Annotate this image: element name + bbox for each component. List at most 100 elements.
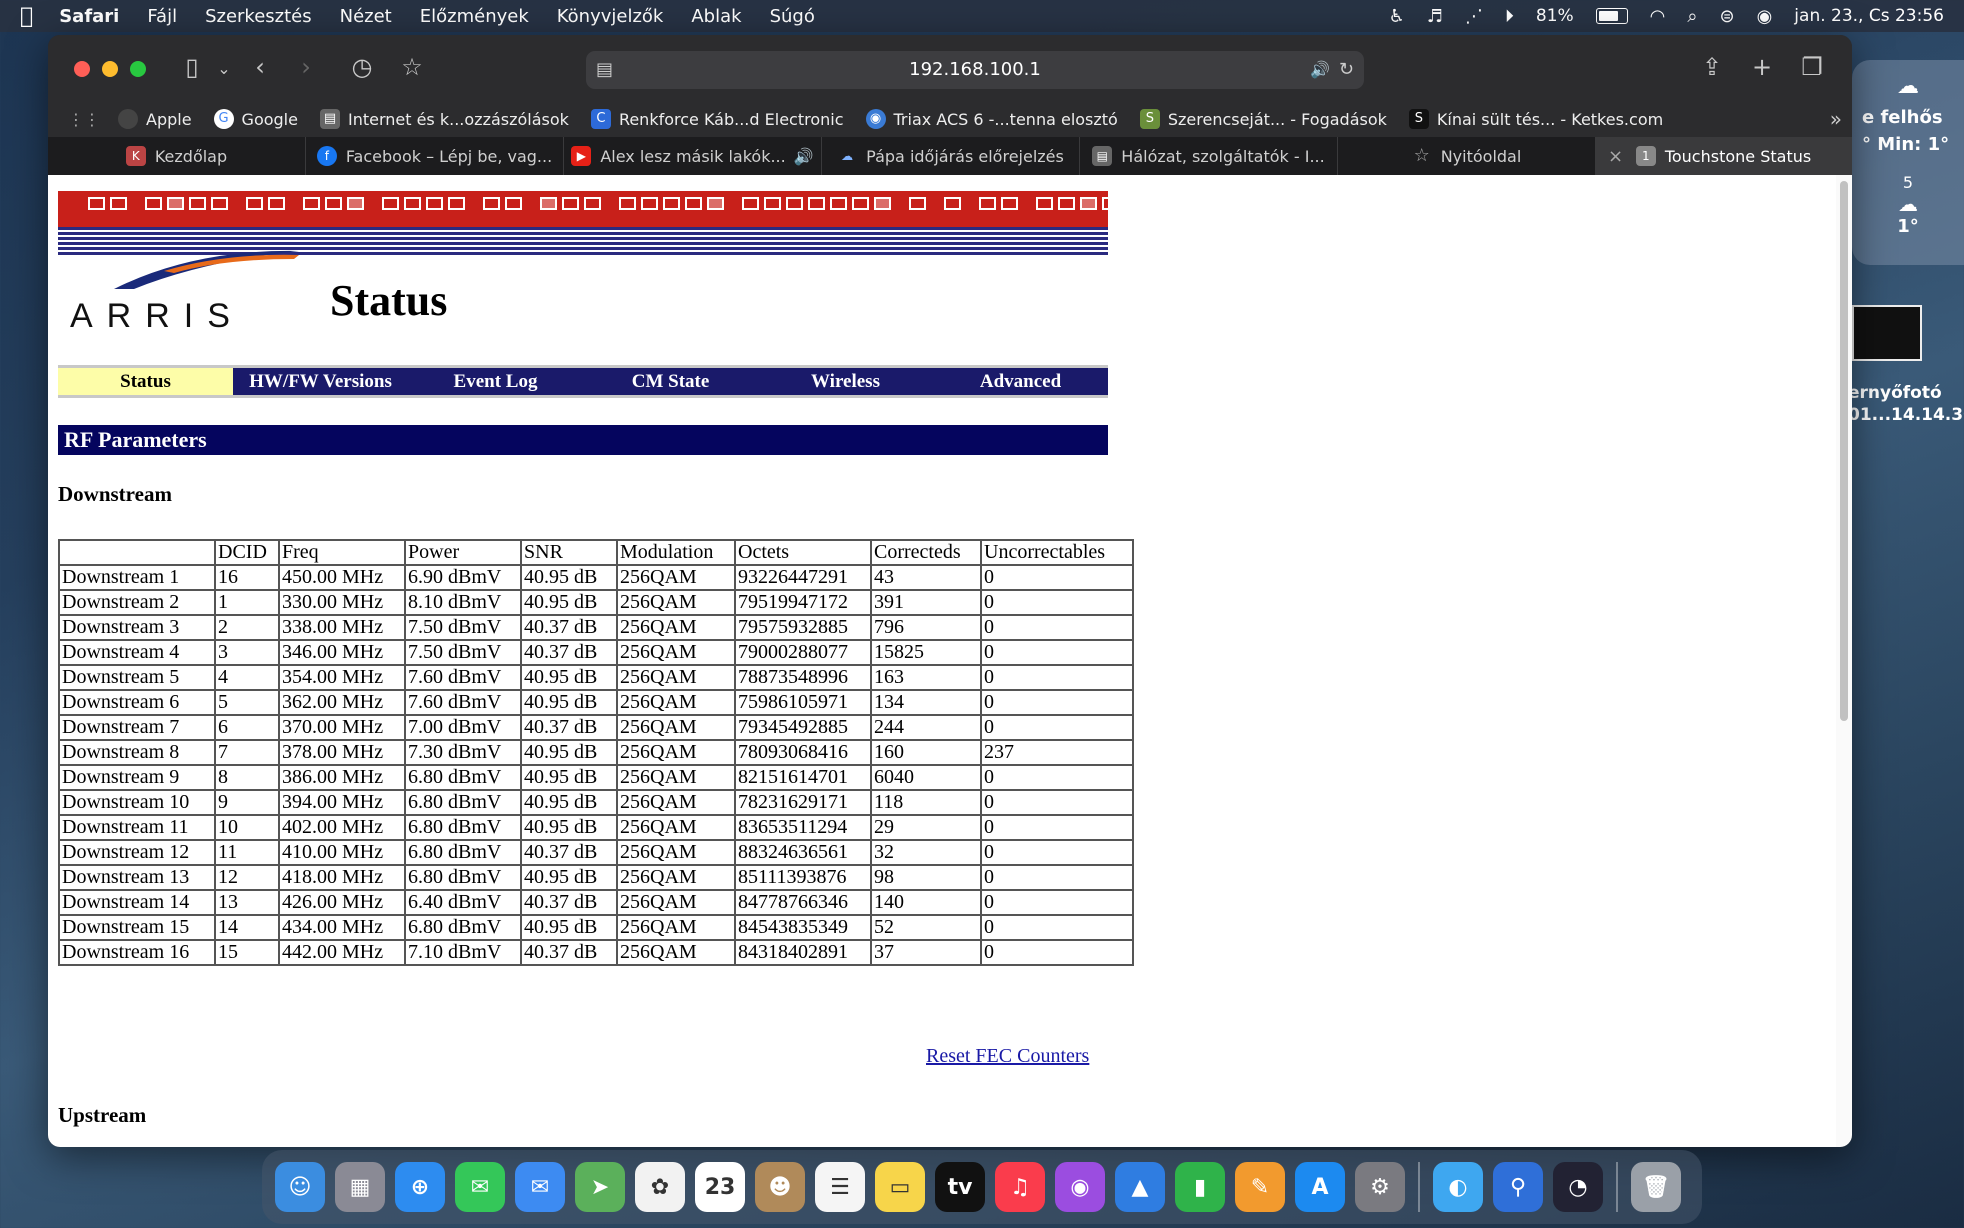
table-cell: 0 [980,714,1134,741]
tab-weather[interactable]: ☁ Pápa időjárás előrejelzés [822,137,1080,175]
favorite-item[interactable]: C Renkforce Káb...d Electronic [590,109,844,129]
history-icon[interactable]: ◷ [346,53,378,81]
ip-scanner-icon[interactable]: ⚲ [1493,1162,1543,1212]
table-cell: 394.00 MHz [278,789,406,816]
tab-network[interactable]: ▤ Hálózat, szolgáltatók - I... [1080,137,1338,175]
page-menu-icon[interactable]: ▤ [596,51,613,89]
proxyman-icon[interactable]: ◐ [1433,1162,1483,1212]
favorites-grid-icon[interactable]: ⋮⋮ [68,110,100,129]
nav-status[interactable]: Status [58,368,233,395]
screenshot-label-line2: 01...14.14.30 [1848,405,1964,425]
favorite-item[interactable]: G Google [213,109,298,129]
accessibility-icon[interactable]: ♿ [1389,6,1405,27]
tab-group-chevron-icon[interactable]: ⌄ [208,59,240,78]
zoom-window-button[interactable] [130,61,146,77]
table-row: Downstream 7 6 370.00 MHz 7.00 dBmV 40.37 dB… [58,714,1134,741]
tab-audio-icon[interactable]: 🔊 [794,147,814,166]
banner-block [448,197,465,210]
weather-widget[interactable]: ☁ e felhős ° Min: 1° 5 ☁ 1° [1852,60,1964,265]
nav-event-log[interactable]: Event Log [408,368,583,395]
clock[interactable]: jan. 23., Cs 23:56 [1794,6,1944,26]
app-store-icon[interactable]: A [1295,1162,1345,1212]
menu-edit[interactable]: Szerkesztés [205,6,312,27]
scrollbar-thumb[interactable] [1840,181,1848,721]
favorite-label: Szerencseját... - Fogadások [1167,109,1387,129]
favorites-overflow-chevron-icon[interactable]: » [1830,107,1842,131]
reset-fec-counters-link[interactable]: Reset FEC Counters [926,1045,1089,1068]
speedtest-icon[interactable]: ◔ [1553,1162,1603,1212]
tab-kezdolap[interactable]: K Kezdőlap [48,137,306,175]
now-playing-icon[interactable]: ⏵ [1505,6,1514,27]
new-tab-icon[interactable]: + [1746,53,1778,81]
forward-button-icon[interactable]: › [290,53,322,81]
tab-touchstone-status[interactable]: × 1 Touchstone Status [1596,137,1852,175]
tab-youtube[interactable]: ▶ Alex lesz másik lakók... 🔊 [564,137,822,175]
address-bar[interactable]: ▤ 192.168.100.1 🔊 ↻ [586,51,1364,89]
numbers-icon[interactable]: ▮ [1175,1162,1225,1212]
finder-icon[interactable]: ☺ [275,1162,325,1212]
safari-icon[interactable]: ⊕ [395,1162,445,1212]
vertical-scrollbar[interactable] [1836,175,1852,1147]
bookmark-star-icon[interactable]: ☆ [396,53,428,81]
szerencsejatek-favicon-icon: S [1139,109,1160,129]
messages-icon[interactable]: ✉ [455,1162,505,1212]
photos-icon[interactable]: ✿ [635,1162,685,1212]
notes-icon[interactable]: ▭ [875,1162,925,1212]
menu-window[interactable]: Ablak [691,6,741,27]
music-icon[interactable]: ♫ [995,1162,1045,1212]
trash-icon[interactable]: 🗑 [1631,1162,1681,1212]
calendar-icon[interactable]: 23 [695,1162,745,1212]
pages-icon[interactable]: ✎ [1235,1162,1285,1212]
launchpad-icon[interactable]: ▦ [335,1162,385,1212]
mail-icon[interactable]: ✉ [515,1162,565,1212]
favorite-item[interactable]: S Kínai sült tés... - Ketkes.com [1408,109,1663,129]
banner-block [641,197,658,210]
favorite-item[interactable]: S Szerencseját... - Fogadások [1139,109,1387,129]
weather-hour-temp: 1° [1897,216,1919,237]
maps-icon[interactable]: ➤ [575,1162,625,1212]
minimize-window-button[interactable] [102,61,118,77]
wifi-icon[interactable]: ◠ [1650,6,1666,27]
banner-block [382,197,399,210]
url-text[interactable]: 192.168.100.1 [909,59,1041,80]
airpods-icon[interactable]: ♬ [1427,6,1443,27]
apple-menu-icon[interactable]:  [20,4,33,29]
audio-playing-icon[interactable]: 🔊 [1310,51,1330,89]
contacts-icon[interactable]: ☻ [755,1162,805,1212]
screenshot-thumbnail[interactable] [1852,305,1922,361]
nav-wireless[interactable]: Wireless [758,368,933,395]
tab-start-page[interactable]: ☆ Nyitóoldal [1338,137,1596,175]
screenshot-file-label[interactable]: ernyőfotó 01...14.14.30 [1848,382,1964,426]
menu-help[interactable]: Súgó [770,6,815,27]
activity-icon[interactable]: ⋰ [1465,6,1483,27]
tab-overview-icon[interactable]: ❐ [1796,53,1828,81]
close-window-button[interactable] [74,61,90,77]
system-settings-icon[interactable]: ⚙ [1355,1162,1405,1212]
control-center-icon[interactable]: ⊜ [1719,6,1734,27]
reload-icon[interactable]: ↻ [1339,51,1354,89]
battery-icon[interactable] [1595,8,1628,24]
share-icon[interactable]: ⇪ [1696,53,1728,81]
favorite-item[interactable]: ◉ Triax ACS 6 -...tenna elosztó [865,109,1118,129]
podcasts-icon[interactable]: ◉ [1055,1162,1105,1212]
nav-cm-state[interactable]: CM State [583,368,758,395]
menu-safari[interactable]: Safari [59,6,119,27]
menu-history[interactable]: Előzmények [420,6,529,27]
sidebar-toggle-icon[interactable]: ▯ [176,53,208,81]
back-button-icon[interactable]: ‹ [244,53,276,81]
tv-icon[interactable]: tv [935,1162,985,1212]
close-tab-icon[interactable]: × [1608,146,1623,167]
keynote-icon[interactable]: ▲ [1115,1162,1165,1212]
menu-file[interactable]: Fájl [147,6,177,27]
nav-advanced[interactable]: Advanced [933,368,1108,395]
table-cell: 0 [980,614,1134,641]
menu-bookmarks[interactable]: Könyvjelzők [557,6,664,27]
menu-view[interactable]: Nézet [340,6,392,27]
spotlight-search-icon[interactable]: ⌕ [1687,6,1697,27]
favorite-item[interactable]: ▤ Internet és k...ozzászólások [319,109,569,129]
tab-facebook[interactable]: f Facebook – Lépj be, vag... [306,137,564,175]
reminders-icon[interactable]: ☰ [815,1162,865,1212]
siri-icon[interactable]: ◉ [1757,6,1773,27]
nav-hw-fw-versions[interactable]: HW/FW Versions [233,368,408,395]
favorite-item[interactable]: Apple [118,109,192,129]
